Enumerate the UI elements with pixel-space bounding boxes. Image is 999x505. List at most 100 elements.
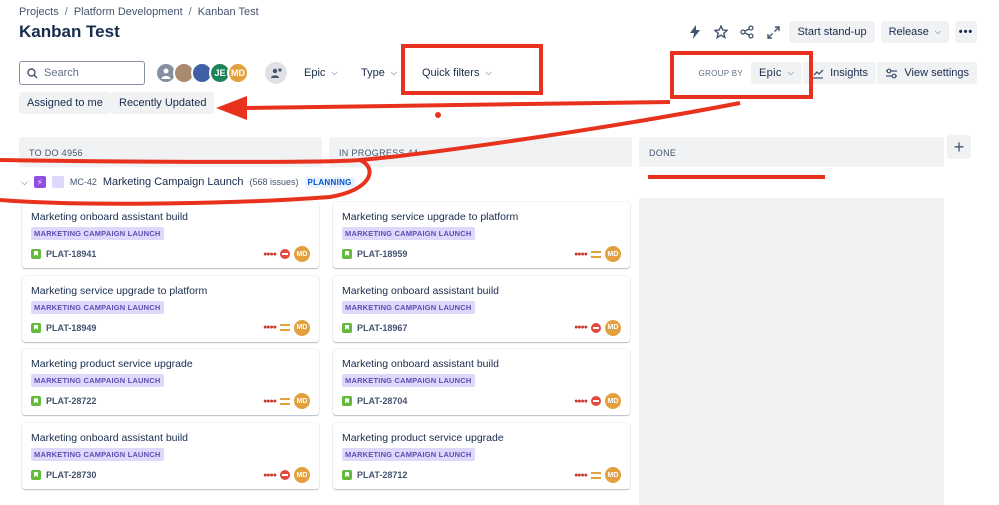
issue-card[interactable]: Marketing onboard assistant build MARKETI… — [333, 275, 630, 342]
story-icon — [342, 249, 352, 259]
issue-key[interactable]: PLAT-18949 — [46, 323, 96, 333]
priority-medium-icon — [280, 397, 290, 405]
breadcrumb-projects[interactable]: Projects — [19, 6, 59, 18]
search-input[interactable]: Search — [19, 61, 145, 85]
card-meta: ●●●● MD — [263, 246, 310, 262]
assignee-avatar[interactable]: MD — [605, 319, 621, 336]
card-footer: PLAT-28704 ●●●● MD — [342, 393, 621, 410]
insights-label: Insights — [830, 67, 868, 79]
epic-filter-label: Epic — [304, 67, 326, 79]
star-icon[interactable] — [711, 21, 731, 43]
assigned-to-me-filter[interactable]: Assigned to me — [19, 92, 111, 114]
breadcrumb-separator: / — [64, 6, 68, 18]
issue-card[interactable]: Marketing onboard assistant build MARKETI… — [22, 202, 319, 268]
share-icon[interactable] — [737, 21, 757, 43]
issue-key[interactable]: PLAT-28704 — [357, 396, 407, 406]
card-key: PLAT-18949 — [31, 322, 96, 333]
card-epic-lozenge: MARKETING CAMPAIGN LAUNCH — [31, 300, 164, 314]
issue-card[interactable]: Marketing onboard assistant build MARKETI… — [333, 349, 630, 416]
chevron-down-icon: ⌵ — [934, 27, 941, 36]
chevron-down-icon: ⌵ — [331, 68, 338, 77]
story-icon — [31, 249, 41, 259]
quick-filters-label: Quick filters — [422, 67, 480, 79]
issue-card[interactable]: Marketing product service upgrade MARKETI… — [333, 423, 630, 490]
card-footer: PLAT-18959 ●●●● MD — [342, 246, 621, 262]
chevron-down-icon: ⌵ — [787, 68, 794, 77]
card-epic-lozenge: MARKETING CAMPAIGN LAUNCH — [31, 374, 164, 388]
chevron-down-icon: ⌵ — [485, 68, 492, 77]
chevron-down-icon[interactable]: ⌵ — [21, 177, 28, 188]
breadcrumb-platform-development[interactable]: Platform Development — [74, 6, 183, 18]
issue-card[interactable]: Marketing service upgrade to platform MAR… — [22, 275, 319, 342]
start-standup-button[interactable]: Start stand-up — [789, 21, 875, 43]
assignee-avatar[interactable]: MD — [605, 246, 621, 262]
view-settings-button[interactable]: View settings — [877, 62, 977, 84]
release-button[interactable]: Release ⌵ — [880, 21, 949, 43]
card-title: Marketing product service upgrade — [342, 432, 504, 445]
group-by-label: GROUP BY — [698, 68, 744, 78]
issue-card[interactable]: Marketing service upgrade to platform MAR… — [333, 202, 630, 268]
assignee-avatar[interactable]: MD — [294, 467, 310, 484]
card-key: PLAT-18959 — [342, 249, 407, 259]
issue-key[interactable]: PLAT-28730 — [46, 470, 96, 480]
epic-icon: ⚡ — [33, 176, 46, 188]
insights-button[interactable]: Insights — [803, 62, 876, 84]
estimate-dots-icon: ●●●● — [574, 397, 588, 405]
chevron-down-icon: ⌵ — [390, 68, 397, 77]
estimate-dots-icon: ●●●● — [263, 471, 277, 479]
card-key: PLAT-28712 — [342, 470, 407, 481]
assignee-avatar[interactable]: MD — [294, 393, 310, 410]
epic-key[interactable]: MC-42 — [70, 177, 97, 187]
issue-key[interactable]: PLAT-18941 — [46, 249, 96, 259]
issue-key[interactable]: PLAT-28712 — [357, 470, 407, 480]
issue-key[interactable]: PLAT-28722 — [46, 396, 96, 406]
status-badge: PLANNING — [304, 176, 355, 188]
card-footer: PLAT-28722 ●●●● MD — [31, 393, 310, 410]
estimate-dots-icon: ●●●● — [574, 471, 588, 479]
card-meta: ●●●● MD — [574, 246, 621, 262]
release-label: Release — [888, 26, 929, 38]
epic-name: Marketing Campaign Launch — [102, 176, 244, 188]
epic-issue-count: (568 issues) — [249, 177, 299, 187]
estimate-dots-icon: ●●●● — [574, 324, 588, 332]
card-footer: PLAT-18967 ●●●● MD — [342, 319, 621, 336]
card-epic-lozenge: MARKETING CAMPAIGN LAUNCH — [342, 300, 475, 314]
automation-icon[interactable] — [685, 21, 705, 43]
epic-filter[interactable]: Epic ⌵ — [304, 61, 337, 85]
card-epic-lozenge: MARKETING CAMPAIGN LAUNCH — [342, 374, 475, 388]
group-by-select[interactable]: Epic ⌵ — [751, 62, 802, 84]
recently-updated-filter[interactable]: Recently Updated — [111, 92, 215, 114]
assignee-avatar[interactable]: MD — [605, 467, 621, 484]
card-footer: PLAT-28730 ●●●● MD — [31, 467, 310, 484]
add-people-button[interactable] — [265, 62, 287, 84]
add-column-button[interactable]: + — [947, 135, 971, 159]
issue-card[interactable]: Marketing onboard assistant build MARKETI… — [22, 423, 319, 490]
annotation-dot — [435, 112, 441, 118]
swimlane-header[interactable]: ⌵ ⚡ MC-42 Marketing Campaign Launch (568… — [21, 176, 355, 188]
card-epic-lozenge: MARKETING CAMPAIGN LAUNCH — [31, 448, 164, 462]
sliders-icon — [886, 68, 898, 78]
fullscreen-icon[interactable] — [763, 21, 783, 43]
type-filter[interactable]: Type ⌵ — [361, 61, 397, 85]
avatar[interactable]: MD — [227, 62, 249, 84]
card-epic-lozenge: MARKETING CAMPAIGN LAUNCH — [31, 227, 164, 240]
annotation-arrow-line — [244, 100, 671, 110]
card-footer: PLAT-18941 ●●●● MD — [31, 246, 310, 262]
issue-key[interactable]: PLAT-18959 — [357, 249, 407, 259]
assignee-avatar[interactable]: MD — [294, 319, 310, 336]
breadcrumb-kanban-test[interactable]: Kanban Test — [198, 6, 259, 18]
card-meta: ●●●● MD — [574, 467, 621, 484]
header-actions: Start stand-up Release ⌵ ••• — [685, 21, 977, 43]
card-title: Marketing service upgrade to platform — [342, 211, 519, 223]
assignee-avatar[interactable]: MD — [294, 246, 310, 262]
assignee-avatar[interactable]: MD — [605, 393, 621, 410]
priority-medium-icon — [591, 471, 601, 479]
column-header-todo: TO DO 4956 — [19, 137, 322, 167]
issue-card[interactable]: Marketing product service upgrade MARKETI… — [22, 349, 319, 416]
view-settings-label: View settings — [904, 67, 969, 79]
quick-filters-dropdown[interactable]: Quick filters ⌵ — [422, 61, 492, 85]
more-actions-button[interactable]: ••• — [955, 21, 977, 43]
issue-key[interactable]: PLAT-18967 — [357, 323, 407, 333]
card-key: PLAT-28704 — [342, 396, 407, 407]
story-icon — [342, 322, 352, 333]
